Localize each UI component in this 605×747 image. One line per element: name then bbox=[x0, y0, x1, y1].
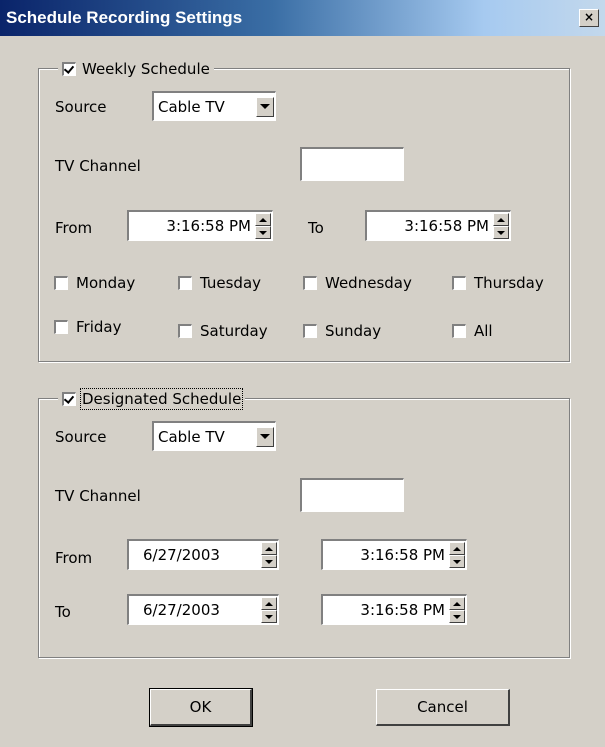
weekly-source-select[interactable]: Cable TV bbox=[152, 91, 276, 121]
weekly-from-time-value: 3:16:58 PM bbox=[166, 217, 251, 235]
designated-channel-label: TV Channel bbox=[55, 487, 141, 505]
designated-to-date-spinner[interactable] bbox=[261, 597, 277, 623]
weekly-channel-input[interactable] bbox=[300, 147, 404, 181]
day-all-label: All bbox=[474, 322, 493, 340]
day-monday[interactable]: Monday bbox=[54, 274, 135, 292]
designated-from-date-value: 6/27/2003 bbox=[143, 546, 220, 564]
cancel-button-label: Cancel bbox=[417, 698, 468, 716]
chevron-down-icon[interactable] bbox=[256, 426, 274, 447]
day-friday[interactable]: Friday bbox=[54, 318, 121, 336]
spin-up-icon[interactable] bbox=[449, 597, 465, 610]
designated-schedule-checkbox[interactable] bbox=[62, 392, 76, 406]
chevron-down-icon[interactable] bbox=[256, 96, 274, 117]
window-title: Schedule Recording Settings bbox=[6, 8, 243, 27]
designated-to-label: To bbox=[55, 603, 71, 621]
designated-to-date[interactable]: 6/27/2003 bbox=[127, 594, 279, 625]
spin-up-icon[interactable] bbox=[261, 597, 277, 610]
designated-source-value: Cable TV bbox=[158, 427, 225, 446]
day-friday-checkbox[interactable] bbox=[54, 320, 68, 334]
close-button[interactable]: × bbox=[579, 9, 599, 27]
close-icon: × bbox=[583, 10, 595, 24]
spin-down-icon[interactable] bbox=[261, 610, 277, 623]
weekly-to-time-value: 3:16:58 PM bbox=[404, 217, 489, 235]
designated-to-time-spinner[interactable] bbox=[449, 597, 465, 623]
spin-down-icon[interactable] bbox=[449, 555, 465, 568]
ok-button[interactable]: OK bbox=[149, 688, 253, 727]
weekly-to-spinner[interactable] bbox=[493, 213, 509, 239]
spin-up-icon[interactable] bbox=[261, 542, 277, 555]
day-saturday-label: Saturday bbox=[200, 322, 268, 340]
day-wednesday-checkbox[interactable] bbox=[303, 276, 317, 290]
day-sunday[interactable]: Sunday bbox=[303, 322, 381, 340]
designated-from-time-spinner[interactable] bbox=[449, 542, 465, 568]
weekly-source-label: Source bbox=[55, 98, 107, 116]
day-sunday-label: Sunday bbox=[325, 322, 382, 340]
designated-to-date-value: 6/27/2003 bbox=[143, 601, 220, 619]
designated-from-label: From bbox=[55, 549, 93, 567]
weekly-schedule-checkbox[interactable] bbox=[62, 62, 76, 76]
ok-button-label: OK bbox=[189, 698, 212, 716]
weekly-from-label: From bbox=[55, 219, 93, 237]
spin-down-icon[interactable] bbox=[449, 610, 465, 623]
weekly-channel-label: TV Channel bbox=[55, 157, 141, 175]
weekly-schedule-toggle[interactable]: Weekly Schedule bbox=[58, 58, 214, 80]
designated-schedule-group bbox=[38, 398, 570, 658]
spin-up-icon[interactable] bbox=[493, 213, 509, 226]
designated-source-select[interactable]: Cable TV bbox=[152, 421, 276, 451]
day-wednesday-label: Wednesday bbox=[325, 274, 412, 292]
weekly-to-label: To bbox=[308, 219, 324, 237]
day-tuesday-label: Tuesday bbox=[200, 274, 262, 292]
weekly-schedule-label: Weekly Schedule bbox=[82, 60, 210, 78]
weekly-source-value: Cable TV bbox=[158, 97, 225, 116]
day-tuesday-checkbox[interactable] bbox=[178, 276, 192, 290]
designated-channel-input[interactable] bbox=[300, 478, 404, 512]
designated-schedule-label: Designated Schedule bbox=[79, 388, 244, 410]
designated-to-time-value: 3:16:58 PM bbox=[360, 601, 445, 619]
day-tuesday[interactable]: Tuesday bbox=[178, 274, 261, 292]
designated-from-time-value: 3:16:58 PM bbox=[360, 546, 445, 564]
day-all-checkbox[interactable] bbox=[452, 324, 466, 338]
day-all[interactable]: All bbox=[452, 322, 493, 340]
cancel-button[interactable]: Cancel bbox=[376, 689, 510, 726]
day-wednesday[interactable]: Wednesday bbox=[303, 274, 412, 292]
day-saturday[interactable]: Saturday bbox=[178, 322, 268, 340]
weekly-from-time[interactable]: 3:16:58 PM bbox=[127, 210, 273, 241]
day-saturday-checkbox[interactable] bbox=[178, 324, 192, 338]
day-friday-label: Friday bbox=[76, 318, 122, 336]
weekly-from-spinner[interactable] bbox=[255, 213, 271, 239]
day-monday-checkbox[interactable] bbox=[54, 276, 68, 290]
day-thursday[interactable]: Thursday bbox=[452, 274, 544, 292]
spin-down-icon[interactable] bbox=[493, 226, 509, 239]
day-thursday-checkbox[interactable] bbox=[452, 276, 466, 290]
designated-from-time[interactable]: 3:16:58 PM bbox=[321, 539, 467, 570]
designated-to-time[interactable]: 3:16:58 PM bbox=[321, 594, 467, 625]
spin-up-icon[interactable] bbox=[255, 213, 271, 226]
day-thursday-label: Thursday bbox=[474, 274, 544, 292]
designated-from-date-spinner[interactable] bbox=[261, 542, 277, 568]
day-sunday-checkbox[interactable] bbox=[303, 324, 317, 338]
designated-source-label: Source bbox=[55, 428, 107, 446]
spin-down-icon[interactable] bbox=[255, 226, 271, 239]
spin-up-icon[interactable] bbox=[449, 542, 465, 555]
designated-schedule-toggle[interactable]: Designated Schedule bbox=[58, 388, 246, 410]
spin-down-icon[interactable] bbox=[261, 555, 277, 568]
day-monday-label: Monday bbox=[76, 274, 136, 292]
weekly-to-time[interactable]: 3:16:58 PM bbox=[365, 210, 511, 241]
designated-from-date[interactable]: 6/27/2003 bbox=[127, 539, 279, 570]
